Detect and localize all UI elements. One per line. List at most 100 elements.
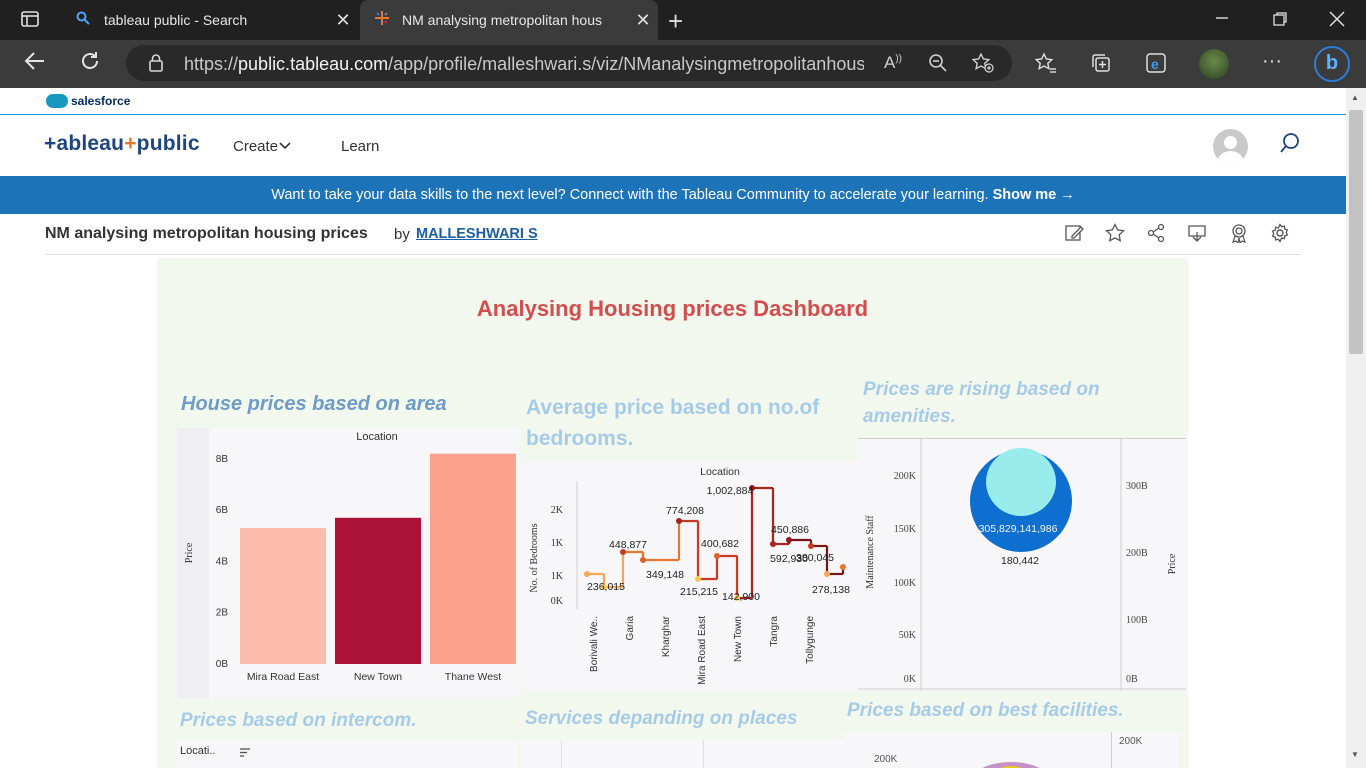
lock-icon[interactable]	[148, 53, 164, 78]
y-tick-label: 6B	[216, 505, 229, 516]
x-tick-label: Thane West	[445, 671, 501, 683]
scroll-thumb[interactable]	[1349, 110, 1363, 354]
data-point	[808, 543, 814, 549]
collections-icon[interactable]	[1090, 52, 1112, 80]
y-tick-label: 8B	[216, 454, 229, 465]
y-tick-label: 0K	[551, 596, 564, 607]
page-scrollbar[interactable]: ▲ ▼	[1346, 88, 1366, 768]
close-tab-icon[interactable]: ✕	[328, 10, 358, 31]
browser-profile-avatar[interactable]	[1199, 49, 1229, 79]
dashboard-title: Analysing Housing prices Dashboard	[476, 296, 869, 321]
close-tab-icon[interactable]: ✕	[628, 10, 658, 31]
x-tick-label: Tangra	[769, 616, 780, 647]
intercom-column-header[interactable]: Locati..	[180, 745, 215, 757]
y-tick-label-left: 200K	[894, 471, 917, 482]
tableau-public-logo[interactable]: +ableau+public	[44, 132, 200, 156]
y-tick-label-left: 150K	[894, 524, 917, 535]
more-menu-icon[interactable]: ···	[1262, 50, 1282, 73]
refresh-icon[interactable]	[79, 50, 101, 78]
data-point	[786, 537, 792, 543]
data-label: 450,886	[771, 524, 809, 536]
edit-viz-icon[interactable]	[1064, 223, 1084, 248]
data-point	[824, 571, 830, 577]
x-tick-label: Garia	[625, 616, 636, 641]
logo-plus: +	[124, 132, 137, 155]
y-tick-label: 0B	[216, 659, 229, 670]
viz-by-label: by	[394, 226, 410, 243]
x-tick-label: Mira Road East	[247, 671, 319, 683]
salesforce-bar: salesforce	[0, 88, 1346, 115]
y-axis-label: Price	[184, 542, 195, 563]
author-link[interactable]: MALLESHWARI S	[416, 226, 538, 242]
sheet-title-line: amenities.	[863, 406, 956, 427]
data-label: 400,682	[701, 538, 739, 550]
data-point	[714, 553, 720, 559]
x-tick-label: Tollygunge	[805, 616, 816, 664]
intercom-table: Locati..	[177, 740, 517, 768]
bing-copilot-icon[interactable]: b	[1314, 46, 1350, 82]
y-tick-label: 1K	[551, 571, 564, 582]
services-chart	[521, 740, 859, 768]
data-label: 278,138	[812, 584, 850, 596]
add-favorite-icon[interactable]	[971, 52, 994, 78]
data-label: 349,148	[646, 569, 684, 581]
share-icon[interactable]	[1146, 223, 1166, 248]
favorite-star-icon[interactable]	[1105, 223, 1125, 248]
data-label: 215,215	[680, 586, 718, 598]
read-aloud-icon[interactable]: A))	[884, 53, 902, 73]
salesforce-label[interactable]: salesforce	[71, 94, 130, 108]
close-window-icon[interactable]	[1328, 10, 1346, 33]
bar-thane-west	[430, 453, 516, 664]
new-tab-button[interactable]: +	[668, 6, 683, 37]
scroll-down-icon[interactable]: ▼	[1351, 750, 1359, 759]
area-bar-chart: Location Price 8B 6B 4B 2B 0B Mira Road East New…	[177, 428, 519, 698]
zoom-out-icon[interactable]	[928, 53, 948, 78]
sheet-title-line: bedrooms.	[526, 427, 634, 450]
viz-title-bar: NM analysing metropolitan housing prices…	[45, 214, 1301, 255]
search-icon[interactable]	[1279, 132, 1301, 160]
data-label: 180,442	[1001, 555, 1039, 567]
restore-icon[interactable]	[1272, 11, 1288, 32]
sheet-title-intercom: Prices based on intercom.	[180, 710, 417, 731]
settings-gear-icon[interactable]	[1270, 223, 1290, 248]
ie-mode-icon[interactable]: e	[1145, 52, 1167, 80]
badge-icon[interactable]	[1229, 223, 1249, 248]
bar-mira-road-east	[240, 528, 326, 664]
tab-actions-icon[interactable]	[20, 9, 40, 34]
chevron-down-icon	[278, 138, 292, 155]
y-tick-label-left: 100K	[894, 578, 917, 589]
sort-icon[interactable]	[239, 745, 251, 763]
y-axis-label: No. of Bedrooms	[529, 523, 540, 592]
scroll-up-icon[interactable]: ▲	[1351, 93, 1359, 102]
viz-title: NM analysing metropolitan housing prices	[45, 225, 368, 242]
area-bar-chart-svg: Location Price 8B 6B 4B 2B 0B Mira Road East New…	[177, 428, 516, 698]
nav-learn[interactable]: Learn	[341, 138, 379, 155]
y-tick-label-left: 0K	[904, 674, 917, 685]
tab-search[interactable]: tableau public - Search ✕	[62, 0, 358, 40]
x-tick-label: New Town	[733, 616, 744, 662]
minimize-icon[interactable]	[1214, 6, 1230, 35]
favorites-icon[interactable]	[1034, 52, 1057, 80]
back-arrow-icon[interactable]	[24, 50, 46, 78]
facilities-tick-left: 200K	[874, 754, 898, 765]
tableau-public-header: +ableau+public Create Learn	[0, 115, 1346, 176]
y-axis-label-left: Maintenance Staff	[865, 515, 876, 589]
nav-create[interactable]: Create	[233, 138, 292, 155]
svg-text:e: e	[1151, 56, 1159, 72]
y-tick-label: 4B	[216, 556, 229, 567]
tab-tableau[interactable]: NM analysing metropolitan hous ✕	[360, 0, 658, 40]
facilities-tick-right: 200K	[1119, 736, 1143, 747]
show-me-link[interactable]: Show me →	[993, 187, 1075, 203]
dashboard: Analysing Housing prices Dashboard House…	[157, 258, 1188, 768]
url-text[interactable]: https://public.tableau.com/app/profile/m…	[184, 54, 864, 75]
staff-bubble	[986, 448, 1056, 516]
y-tick-label-right: 200B	[1126, 548, 1148, 559]
y-tick-label: 1K	[551, 538, 564, 549]
data-label: 448,877	[609, 539, 647, 551]
gridline	[561, 740, 562, 768]
salesforce-cloud-icon	[46, 94, 68, 108]
user-avatar[interactable]	[1213, 129, 1248, 164]
y-tick-label-right: 100B	[1126, 615, 1148, 626]
address-bar[interactable]: https://public.tableau.com/app/profile/m…	[126, 45, 1012, 81]
download-icon[interactable]	[1187, 223, 1207, 248]
